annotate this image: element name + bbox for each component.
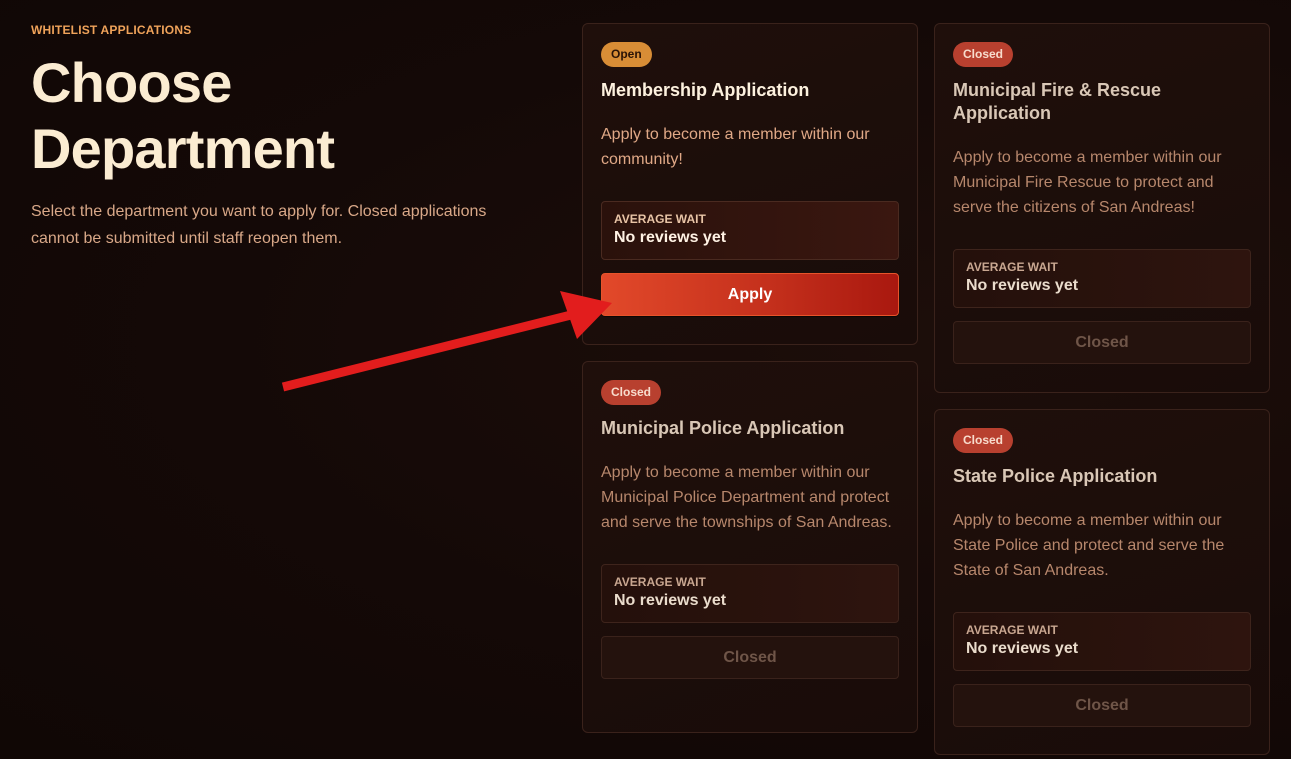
average-wait-value: No reviews yet (614, 592, 727, 609)
card-title: State Police Application (953, 466, 1158, 486)
intro-section: WHITELIST APPLICATIONS Choose Department… (31, 22, 491, 252)
card-title: Membership Application (601, 80, 810, 100)
apply-button[interactable]: Apply (601, 273, 899, 316)
status-badge: Closed (601, 380, 662, 405)
closed-button[interactable]: Closed (953, 684, 1251, 727)
average-wait-box: AVERAGE WAIT No reviews yet (601, 201, 899, 260)
average-wait-box: AVERAGE WAIT No reviews yet (601, 564, 899, 623)
average-wait-value: No reviews yet (966, 277, 1079, 294)
average-wait-value: No reviews yet (614, 229, 727, 246)
card-title: Municipal Fire & Rescue Application (953, 80, 1162, 123)
card-description: Apply to become a member within our comm… (601, 126, 870, 168)
average-wait-label: AVERAGE WAIT (614, 212, 706, 226)
closed-button[interactable]: Closed (953, 321, 1251, 364)
average-wait-label: AVERAGE WAIT (614, 575, 706, 589)
average-wait-box: AVERAGE WAIT No reviews yet (953, 249, 1251, 308)
card-description: Apply to become a member within our Stat… (953, 512, 1225, 579)
card-title: Municipal Police Application (601, 418, 845, 438)
section-eyebrow: WHITELIST APPLICATIONS (31, 23, 192, 37)
status-badge: Closed (953, 42, 1014, 67)
card-description: Apply to become a member within our Muni… (601, 464, 892, 531)
average-wait-value: No reviews yet (966, 640, 1079, 657)
average-wait-box: AVERAGE WAIT No reviews yet (953, 612, 1251, 671)
page-title: Choose Department (31, 51, 335, 180)
status-badge: Closed (953, 428, 1014, 453)
card-municipal-police-application: Closed Municipal Police Application Appl… (582, 361, 918, 733)
card-fire-rescue-application: Closed Municipal Fire & Rescue Applicati… (934, 23, 1270, 393)
status-badge: Open (601, 42, 652, 67)
card-description: Apply to become a member within our Muni… (953, 149, 1222, 216)
page-subtitle: Select the department you want to apply … (31, 203, 487, 247)
average-wait-label: AVERAGE WAIT (966, 623, 1058, 637)
card-membership-application: Open Membership Application Apply to bec… (582, 23, 918, 345)
card-state-police-application: Closed State Police Application Apply to… (934, 409, 1270, 755)
average-wait-label: AVERAGE WAIT (966, 260, 1058, 274)
closed-button[interactable]: Closed (601, 636, 899, 679)
